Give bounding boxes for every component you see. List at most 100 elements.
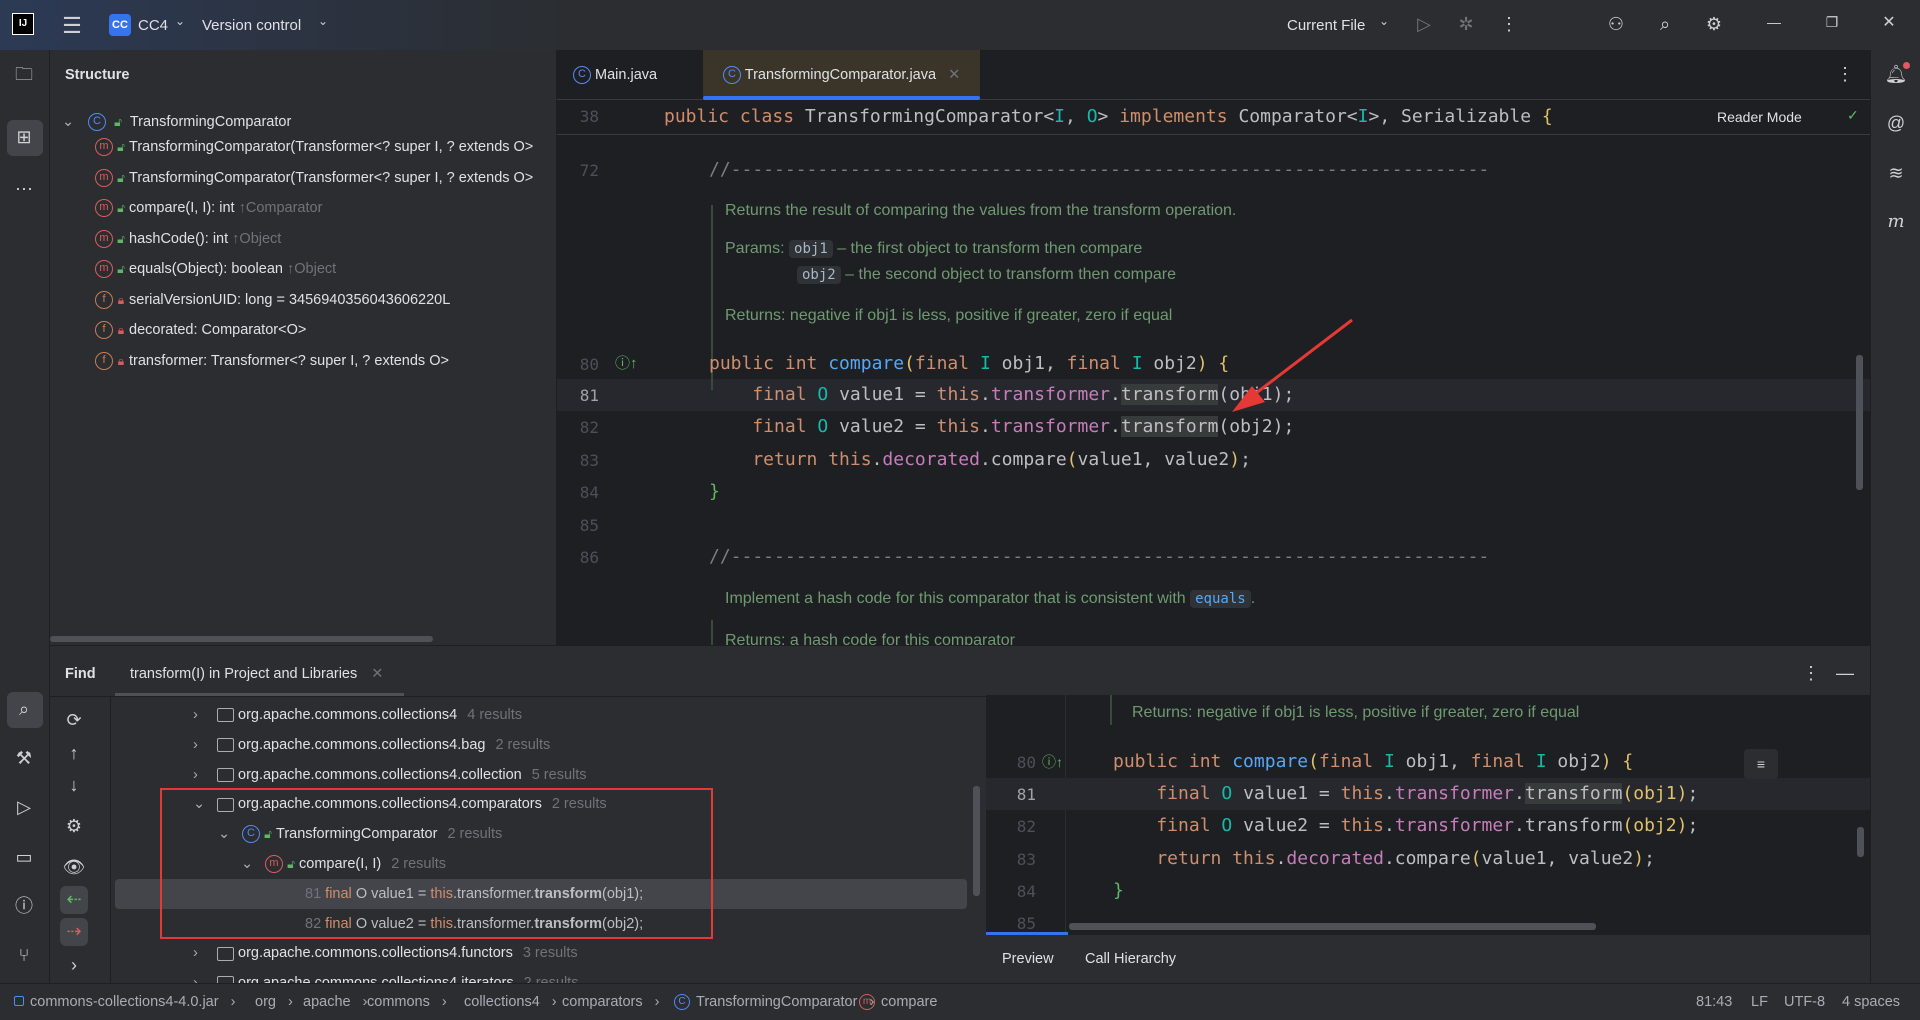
restore-icon[interactable]: ❐ (1820, 15, 1844, 29)
structure-item[interactable]: m 🔓︎ hashCode(): int ↑Object (95, 224, 281, 254)
code-editor[interactable]: C Main.java C TransformingComparator.jav… (557, 50, 1870, 645)
structure-item[interactable]: m 🔓︎ TransformingComparator(Transformer<? … (95, 132, 533, 162)
breadcrumb-item[interactable]: commons › (367, 994, 447, 1010)
tree-root-label: TransformingComparator (129, 114, 292, 130)
chevron-right-icon[interactable]: › (193, 700, 217, 730)
line-separator[interactable]: LF (1751, 994, 1768, 1010)
result-count: 2 results (495, 736, 551, 753)
chevron-right-icon[interactable]: › (193, 730, 217, 760)
terminal-icon[interactable]: ▭ (12, 848, 36, 866)
hide-panel-icon[interactable]: — (1833, 664, 1857, 682)
horizontal-scrollbar[interactable] (1069, 923, 1596, 930)
breadcrumb-item[interactable]: org › (255, 994, 293, 1010)
run-icon[interactable]: ▷ (1412, 15, 1436, 33)
indent-setting[interactable]: 4 spaces (1842, 994, 1900, 1010)
previous-occurrence-icon[interactable]: ↑ (62, 744, 86, 762)
vcs-menu[interactable]: Version control (202, 17, 301, 34)
code-line[interactable]: return this.decorated.compare(value1, va… (709, 445, 1251, 475)
tree-node[interactable]: › org.apache.commons.collections4.bag 2 re… (193, 730, 550, 760)
chevron-right-icon[interactable]: › (193, 760, 217, 790)
settings-icon[interactable]: ⚙ (62, 817, 86, 835)
maven-icon[interactable]: m (1884, 213, 1908, 231)
structure-icon[interactable]: ⊞ (12, 128, 36, 146)
vertical-scrollbar[interactable] (1857, 827, 1864, 857)
chevron-down-icon[interactable]: ⌄ (168, 15, 192, 27)
read-access-icon[interactable]: ⇠ (62, 890, 86, 908)
code-token: > (1097, 106, 1120, 127)
implements-gutter-icon[interactable]: ⓘ↑ (1042, 752, 1063, 772)
tree-node[interactable]: › org.apache.commons.collections4 4 result… (193, 700, 522, 730)
ai-assistant-icon[interactable]: @ (1884, 114, 1908, 132)
code-line[interactable]: //--------------------------------------… (709, 542, 1489, 572)
more-tools-icon[interactable]: ⋯ (12, 180, 36, 198)
breadcrumb-item[interactable]: C TransformingComparator › (674, 994, 874, 1011)
database-icon[interactable]: ≋ (1884, 164, 1908, 182)
breadcrumb-item[interactable]: m compare (859, 994, 937, 1011)
chevron-right-icon[interactable]: › (193, 938, 217, 968)
project-name[interactable]: CC4 (138, 17, 168, 34)
close-tab-icon[interactable]: ✕ (948, 67, 960, 83)
tab-transformingcomparator-java[interactable]: C TransformingComparator.java ✕ (703, 50, 980, 100)
debug-icon[interactable]: ✲ (1454, 15, 1478, 33)
soft-wrap-button[interactable]: ≡ (1744, 749, 1778, 779)
git-icon[interactable]: ⑂ (12, 946, 36, 964)
structure-item[interactable]: m 🔓︎ TransformingComparator(Transformer<? … (95, 163, 533, 193)
settings-icon[interactable]: ⚙ (1702, 15, 1726, 33)
preview-toggle-icon[interactable]: 👁︎ (62, 858, 86, 876)
chevron-down-icon[interactable]: ⌄ (311, 15, 335, 27)
minimize-icon[interactable]: — (1762, 15, 1786, 29)
breadcrumb-item[interactable]: collections4 › (464, 994, 557, 1010)
chevron-down-icon[interactable]: ⌄ (62, 107, 84, 137)
breadcrumb-item[interactable]: comparators › (562, 994, 659, 1010)
more-icon[interactable]: ⋮ (1497, 15, 1521, 33)
file-encoding[interactable]: UTF-8 (1784, 994, 1825, 1010)
tab-call-hierarchy[interactable]: Call Hierarchy (1085, 951, 1176, 967)
write-access-icon[interactable]: ⇢ (62, 922, 86, 940)
expand-more-icon[interactable]: › (62, 956, 86, 974)
breadcrumb-item[interactable]: apache › (303, 994, 367, 1010)
problems-icon[interactable]: ⓘ (12, 897, 36, 915)
chevron-down-icon[interactable]: ⌄ (1372, 15, 1396, 27)
next-occurrence-icon[interactable]: ↓ (62, 776, 86, 794)
structure-item[interactable]: f 🔒︎ transformer: Transformer<? super I, ?… (95, 346, 449, 376)
find-tab[interactable]: transform(I) in Project and Libraries ✕ (130, 666, 383, 682)
tree-node[interactable]: › org.apache.commons.collections4.collect… (193, 760, 587, 790)
rerun-icon[interactable]: ⟳ (62, 711, 86, 729)
doc-link-equals[interactable]: equals (1190, 590, 1251, 608)
search-icon[interactable]: ⌕ (1653, 15, 1677, 33)
project-folder-icon[interactable]: 🗀 (12, 65, 36, 83)
code-token: .compare (1383, 847, 1471, 869)
breadcrumb-label: apache (303, 994, 351, 1010)
code-line[interactable]: //--------------------------------------… (709, 155, 1489, 185)
implements-gutter-icon[interactable]: ⓘ↑ (615, 352, 638, 373)
structure-item[interactable]: f 🔒︎ serialVersionUID: long = 345694035604… (95, 285, 450, 315)
app-logo[interactable]: IJ (12, 13, 34, 35)
tab-main-java[interactable]: C Main.java (573, 50, 703, 100)
build-icon[interactable]: ⚒ (12, 749, 36, 767)
more-icon[interactable]: ⋮ (1833, 65, 1857, 83)
structure-item[interactable]: m 🔓︎ equals(Object): boolean ↑Object (95, 254, 336, 284)
horizontal-scrollbar[interactable] (50, 636, 433, 642)
code-line[interactable]: } (709, 477, 720, 507)
find-icon[interactable]: ⌕ (12, 700, 36, 718)
tab-preview[interactable]: Preview (1002, 951, 1054, 967)
hamburger-menu-icon[interactable]: ☰ (60, 15, 84, 37)
more-icon[interactable]: ⋮ (1799, 664, 1823, 682)
vertical-scrollbar[interactable] (1856, 355, 1863, 490)
caret-position[interactable]: 81:43 (1696, 994, 1732, 1010)
close-tab-icon[interactable]: ✕ (371, 666, 383, 682)
project-badge[interactable]: CC (109, 14, 131, 36)
close-icon[interactable]: ✕ (1877, 15, 1901, 31)
param-desc: – the first object to transform then com… (837, 240, 1143, 257)
breadcrumb-item[interactable]: commons-collections4-4.0.jar › (14, 994, 235, 1010)
services-icon[interactable]: ▷ (12, 798, 36, 816)
run-config-selector[interactable]: Current File (1287, 17, 1365, 34)
structure-item[interactable]: f 🔒︎ decorated: Comparator<O> (95, 315, 306, 345)
code-line[interactable]: public int compare(final I obj1, final I… (709, 349, 1229, 379)
usage-preview[interactable]: Returns: negative if obj1 is less, posit… (986, 695, 1870, 983)
reader-mode-button[interactable]: Reader Mode (1717, 109, 1802, 125)
tree-node[interactable]: › org.apache.commons.collections4.functor… (193, 938, 578, 968)
vertical-scrollbar[interactable] (973, 786, 980, 896)
add-user-icon[interactable]: ⚇ (1604, 15, 1628, 33)
structure-item[interactable]: m 🔓︎ compare(I, I): int ↑Comparator (95, 193, 322, 223)
